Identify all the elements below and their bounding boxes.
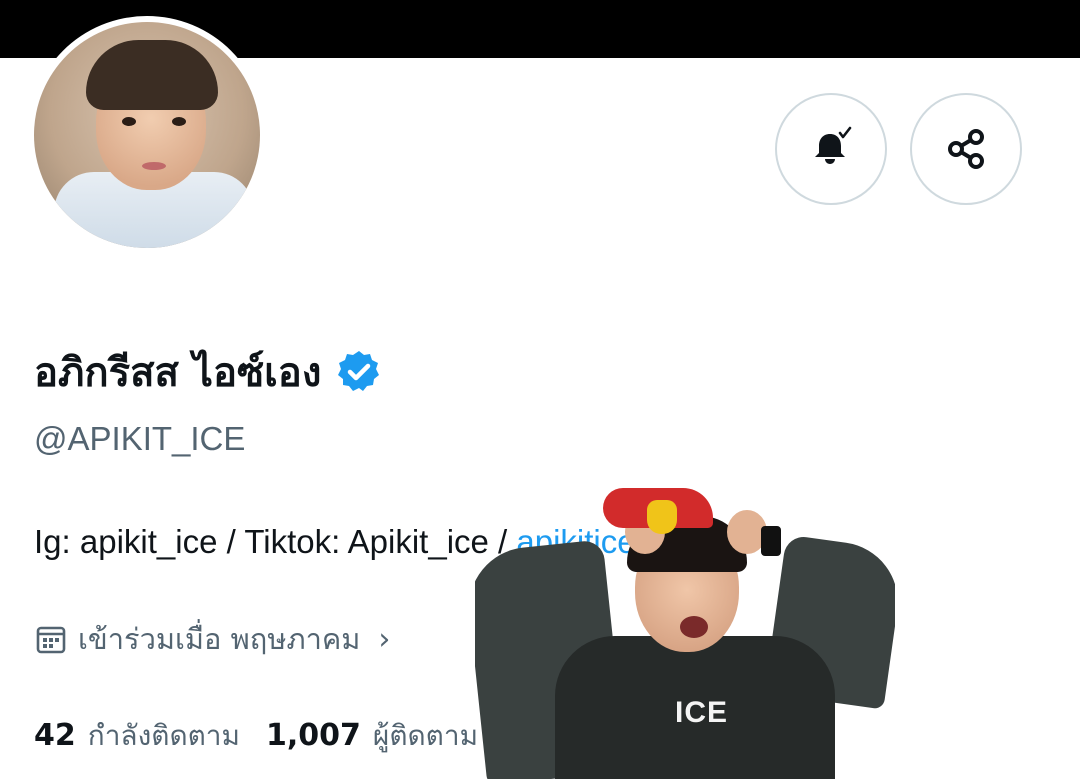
- display-name: อภิกรีสส ไอซ์เอง: [34, 350, 322, 396]
- following-count[interactable]: 42: [34, 718, 76, 753]
- display-name-row: อภิกรีสส ไอซ์เอง: [34, 340, 383, 404]
- user-handle: @APIKIT_ICE: [34, 420, 246, 457]
- share-button[interactable]: [910, 93, 1022, 205]
- share-icon: [948, 129, 984, 169]
- bell-check-icon: [815, 126, 852, 164]
- joined-date-label: เข้าร่วมเมื่อ พฤษภาคม: [78, 622, 361, 656]
- joined-date-row[interactable]: เข้าร่วมเมื่อ พฤษภาคม ›: [34, 616, 390, 662]
- verified-badge-icon[interactable]: [335, 348, 383, 396]
- following-label[interactable]: กำลังติดตาม: [88, 714, 240, 758]
- followers-label[interactable]: ผู้ติดตาม: [373, 714, 478, 758]
- bio-text: Ig: apikit_ice / Tiktok: Apikit_ice /: [34, 523, 517, 560]
- avatar-photo: [34, 22, 260, 248]
- person-sticker-overlay: ICE: [475, 486, 895, 779]
- calendar-icon: [36, 626, 66, 654]
- follow-stats: 42 กำลังติดตาม 1,007 ผู้ติดตาม: [34, 714, 478, 758]
- notifications-button[interactable]: [775, 93, 887, 205]
- chevron-right-icon: ›: [378, 621, 391, 657]
- profile-avatar[interactable]: [28, 16, 266, 254]
- followers-count[interactable]: 1,007: [266, 718, 361, 753]
- shirt-print: ICE: [675, 696, 729, 729]
